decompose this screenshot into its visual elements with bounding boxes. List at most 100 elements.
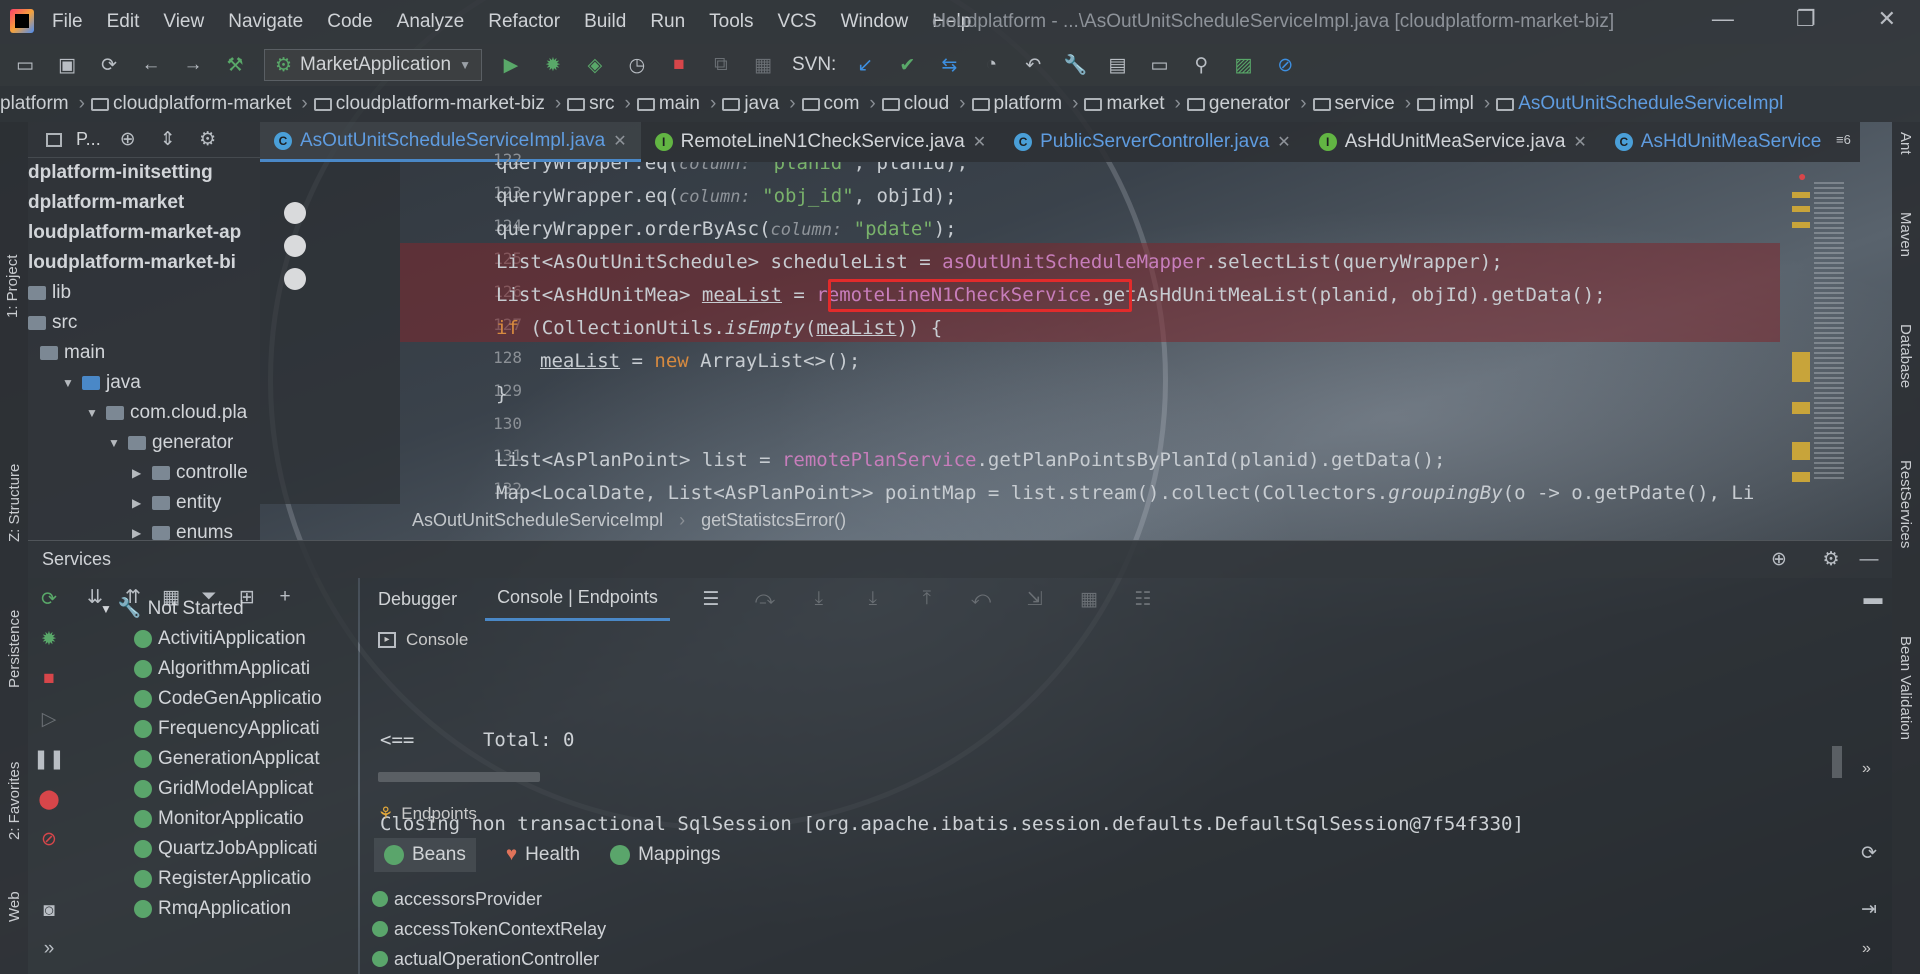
close-button[interactable]: ✕ [1878,6,1896,32]
bean-item[interactable]: accessorsProvider [372,884,606,914]
editor-tab[interactable]: C PublicServerController.java ✕ [1000,122,1305,162]
favorites-tool-tab[interactable]: 2: Favorites [6,762,23,840]
project-structure-icon[interactable]: ▤ [1104,52,1130,78]
breadcrumb-item[interactable]: java › [722,93,801,115]
stop-icon[interactable]: ■ [666,52,692,78]
breadcrumb-class[interactable]: AsOutUnitScheduleServiceImpl [412,510,663,531]
tree-item[interactable]: ▼ com.cloud.pla [28,398,260,428]
tree-item[interactable]: dplatform-initsetting [28,158,260,188]
attach-icon[interactable]: ⧉ [708,52,734,78]
service-app-item[interactable]: MonitorApplicatio [100,804,322,834]
resume-icon[interactable]: ▷ [36,706,62,732]
service-app-item[interactable]: AlgorithmApplicati [100,654,322,684]
endpoints-label[interactable]: Endpoints [401,804,477,824]
sync-icon[interactable]: ⟳ [96,52,122,78]
step-out-icon[interactable]: ⤒ [914,586,940,612]
gear-icon[interactable]: ⚙ [1818,547,1844,573]
code-editor[interactable]: queryWrapper.eq(column: "planid", planid… [400,162,1780,504]
breadcrumb-item[interactable]: cloudplatform-market-biz › [313,93,567,115]
editor-tab[interactable]: C AsOutUnitScheduleServiceImpl.java ✕ [260,122,641,162]
gear-icon[interactable]: ⚙ [195,127,221,153]
menu-window[interactable]: Window [841,11,909,33]
expand-more-icon[interactable]: » [1862,760,1871,778]
health-tab[interactable]: ♥ Health [506,844,580,866]
mute-breakpoints-icon[interactable]: ⊘ [36,826,62,852]
trace-icon[interactable]: ☷ [1130,586,1156,612]
settings-wrench-icon[interactable]: 🔧 [1062,52,1088,78]
tree-item[interactable]: loudplatform-market-ap [28,218,260,248]
menu-vcs[interactable]: VCS [778,11,817,33]
menu-tools[interactable]: Tools [709,11,753,33]
maven-tool-tab[interactable]: Maven [1897,212,1914,257]
menu-file[interactable]: File [52,11,83,33]
breadcrumb-item[interactable]: main › [636,93,723,115]
chevron-down-icon[interactable]: ▼ [86,398,100,428]
minimize-button[interactable]: — [1712,6,1734,32]
menu-run[interactable]: Run [650,11,685,33]
tree-item[interactable]: src [28,308,260,338]
service-app-item[interactable]: QuartzJobApplicati [100,834,322,864]
profile-icon[interactable]: ◷ [624,52,650,78]
close-tab-icon[interactable]: ✕ [613,131,626,151]
ant-tool-tab[interactable]: Ant [1897,132,1914,155]
tree-item[interactable]: main [28,338,260,368]
bean-validation-tool-tab[interactable]: Bean Validation [1897,636,1914,740]
svn-compare-icon[interactable]: ⇆ [936,52,962,78]
forward-icon[interactable]: → [180,52,206,78]
chevron-right-icon[interactable]: ▶ [132,488,146,518]
error-indicator-icon[interactable]: ● [1798,168,1806,184]
drop-frame-icon[interactable]: ⤺ [968,586,994,612]
layout-settings-icon[interactable]: ▬ [1860,586,1886,612]
history-icon[interactable]: ◔ [978,52,1004,78]
camera-icon[interactable]: ◙ [36,898,62,924]
debug-icon[interactable]: ✹ [540,52,566,78]
breadcrumb-item[interactable]: com › [801,93,882,115]
refresh-icon[interactable]: ⟳ [1856,840,1882,866]
tree-item[interactable]: loudplatform-market-bi [28,248,260,278]
service-app-item[interactable]: FrequencyApplicati [100,714,322,744]
console-horizontal-scrollbar[interactable] [378,772,540,782]
expand-more-icon[interactable]: » [1862,940,1871,958]
locate-icon[interactable]: ⊕ [115,127,141,153]
breadcrumb-item[interactable]: cloudplatform-market › [90,93,314,115]
save-all-icon[interactable]: ▣ [54,52,80,78]
console-endpoints-tab[interactable]: Console | Endpoints [485,577,670,621]
database-tool-tab[interactable]: Database [1897,324,1914,388]
breadcrumb-item[interactable]: generator › [1186,93,1313,115]
structure-tool-tab[interactable]: Z: Structure [6,464,23,542]
globe-icon[interactable]: ⊕ [1766,547,1792,573]
pause-icon[interactable]: ❚❚ [33,746,65,772]
chevron-down-icon[interactable]: ▼ [62,368,76,398]
menu-navigate[interactable]: Navigate [228,11,303,33]
no-entry-icon[interactable]: ⊘ [1272,52,1298,78]
restore-button[interactable]: ❐ [1796,6,1816,32]
stop-icon[interactable]: ■ [36,666,62,692]
debug-icon[interactable]: ✹ [36,626,62,652]
layout-icon[interactable]: ▦ [750,52,776,78]
service-app-item[interactable]: RegisterApplicatio [100,864,322,894]
rest-services-tool-tab[interactable]: RestServices [1897,460,1914,548]
force-step-into-icon[interactable]: ⤓ [860,586,886,612]
chevron-right-icon[interactable]: ▶ [132,518,146,542]
service-app-item[interactable]: ActivitiApplication [100,624,322,654]
run-icon[interactable]: ▶ [498,52,524,78]
console-vertical-scrollbar[interactable] [1832,746,1842,778]
editor-tab[interactable]: C AsHdUnitMeaService [1601,122,1836,162]
run-to-cursor-icon[interactable]: ⇲ [1022,586,1048,612]
tree-item[interactable]: ▼ generator [28,428,260,458]
breadcrumb-item[interactable]: AsOutUnitScheduleServiceImpl [1496,93,1783,115]
step-over-icon[interactable]: ⤼ [752,586,778,612]
chevron-right-icon[interactable]: ▶ [132,458,146,488]
bean-item[interactable]: actualOperationController [372,944,606,974]
menu-analyze[interactable]: Analyze [397,11,465,33]
breadcrumb-item[interactable]: src › [567,93,637,115]
debugger-tab[interactable]: Debugger [378,589,457,610]
close-tab-icon[interactable]: ✕ [1573,132,1586,152]
svn-commit-icon[interactable]: ✔ [894,52,920,78]
run-configuration-select[interactable]: ⚙ MarketApplication ▼ [264,49,482,81]
hide-panel-icon[interactable]: — [1856,547,1882,573]
service-app-item[interactable]: CodeGenApplicatio [100,684,322,714]
menu-build[interactable]: Build [584,11,626,33]
view-breakpoints-icon[interactable]: ⬤ [36,786,62,812]
breadcrumb-item[interactable]: platform › [971,93,1085,115]
